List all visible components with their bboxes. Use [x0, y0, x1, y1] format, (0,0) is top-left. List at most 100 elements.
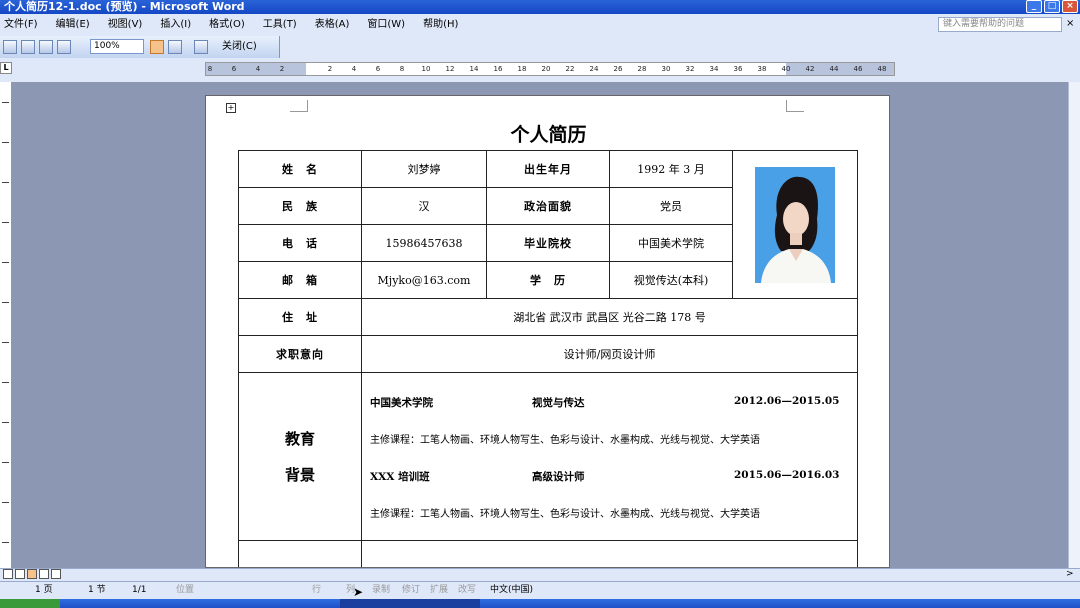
- edu2-org: XXX 培训班: [370, 471, 430, 483]
- normal-view-icon[interactable]: [3, 569, 13, 579]
- menu-view[interactable]: 视图(V): [108, 18, 143, 32]
- maximize-button[interactable]: □: [1044, 0, 1060, 13]
- school-value[interactable]: 中国美术学院: [609, 224, 733, 262]
- print-icon[interactable]: [3, 40, 17, 54]
- ruler-tick: 20: [541, 65, 551, 73]
- web-view-icon[interactable]: [15, 569, 25, 579]
- school-label: 毕业院校: [486, 224, 610, 262]
- ruler-tick: 40: [781, 65, 791, 73]
- zoom-select[interactable]: 100%: [90, 39, 144, 54]
- mouse-cursor-icon: ➤: [353, 585, 364, 599]
- multiple-pages-icon[interactable]: [57, 40, 71, 54]
- menu-file[interactable]: 文件(F): [4, 18, 38, 32]
- next-row-label: [238, 540, 362, 567]
- ruler-tick: 32: [685, 65, 695, 73]
- ruler-tick: 46: [853, 65, 863, 73]
- menu-edit[interactable]: 编辑(E): [56, 18, 90, 32]
- ruler-tick: 6: [231, 65, 237, 73]
- status-bar: [0, 581, 1080, 599]
- view-ruler-icon[interactable]: [150, 40, 164, 54]
- ruler-tick: 34: [709, 65, 719, 73]
- status-ext[interactable]: 扩展: [430, 584, 448, 596]
- address-value[interactable]: 湖北省 武汉市 武昌区 光谷二路 178 号: [361, 298, 858, 336]
- education-content[interactable]: 中国美术学院 视觉与传达 2012.06—2015.05 主修课程：工笔人物画、…: [361, 372, 858, 541]
- phone-value[interactable]: 15986457638: [361, 224, 487, 262]
- education-heading-cell: 教育 背景: [238, 372, 362, 541]
- email-label: 邮 箱: [238, 261, 362, 299]
- name-value[interactable]: 刘梦婷: [361, 150, 487, 188]
- full-screen-icon[interactable]: [194, 40, 208, 54]
- close-document-icon[interactable]: ×: [1066, 18, 1074, 29]
- print-view-icon[interactable]: [27, 569, 37, 579]
- status-line: 行: [312, 585, 322, 595]
- start-button[interactable]: [0, 599, 60, 608]
- address-label: 住 址: [238, 298, 362, 336]
- ruler-tick: 14: [469, 65, 479, 73]
- degree-label: 学 历: [486, 261, 610, 299]
- menu-window[interactable]: 窗口(W): [367, 18, 405, 32]
- birth-value[interactable]: 1992 年 3 月: [609, 150, 733, 188]
- status-pages: 1/1: [132, 585, 147, 595]
- name-label: 姓 名: [238, 150, 362, 188]
- ruler-tick: 4: [255, 65, 261, 73]
- menu-help[interactable]: 帮助(H): [423, 18, 458, 32]
- reading-view-icon[interactable]: [51, 569, 61, 579]
- window-title: 个人简历12-1.doc (预览) - Microsoft Word: [4, 0, 245, 13]
- close-window-button[interactable]: ×: [1062, 0, 1078, 13]
- menu-insert[interactable]: 插入(I): [160, 18, 191, 32]
- job-intention-label: 求职意向: [238, 335, 362, 373]
- education-heading-line2: 背景: [284, 465, 315, 484]
- scroll-right-icon[interactable]: >: [1066, 569, 1074, 579]
- ruler-tick: 38: [757, 65, 767, 73]
- menu-format[interactable]: 格式(O): [209, 18, 245, 32]
- magnifier-icon[interactable]: [21, 40, 35, 54]
- menu-bar: 文件(F) 编辑(E) 视图(V) 插入(I) 格式(O) 工具(T) 表格(A…: [0, 14, 1080, 36]
- title-bar: 个人简历12-1.doc (预览) - Microsoft Word _ □ ×: [0, 0, 1080, 14]
- photo-cell: [732, 150, 858, 299]
- job-intention-value[interactable]: 设计师/网页设计师: [361, 335, 858, 373]
- document-page: + 个人简历 姓 名 刘梦婷 出生年月 1992 年 3 月 民 族 汉 政治面…: [205, 95, 890, 568]
- horizontal-scroll-area[interactable]: [0, 568, 1080, 581]
- shrink-to-fit-icon[interactable]: [168, 40, 182, 54]
- ruler-tick: 2: [327, 65, 333, 73]
- close-preview-button[interactable]: 关闭(C): [222, 39, 257, 54]
- ruler-tick: 28: [637, 65, 647, 73]
- tab-selector[interactable]: L: [0, 62, 12, 74]
- email-value[interactable]: Mjyko@163.com: [361, 261, 487, 299]
- windows-taskbar: [0, 599, 1080, 608]
- ruler-tick: 18: [517, 65, 527, 73]
- political-value[interactable]: 党员: [609, 187, 733, 225]
- next-row-content[interactable]: [361, 540, 858, 567]
- help-search-input[interactable]: 键入需要帮助的问题: [938, 17, 1062, 32]
- edu1-role: 视觉与传达: [532, 397, 585, 409]
- ruler-tick: 8: [207, 65, 213, 73]
- ruler-tick: 2: [279, 65, 285, 73]
- vertical-ruler[interactable]: [0, 82, 12, 568]
- menu-tools[interactable]: 工具(T): [263, 18, 297, 32]
- degree-value[interactable]: 视觉传达(本科): [609, 261, 733, 299]
- status-rec[interactable]: 录制: [372, 584, 390, 596]
- status-page: 1 页: [35, 585, 53, 595]
- one-page-icon[interactable]: [39, 40, 53, 54]
- ruler-tick: 22: [565, 65, 575, 73]
- margin-corner-mark: [786, 100, 804, 112]
- taskbar-word-item[interactable]: [340, 599, 480, 608]
- table-move-handle-icon[interactable]: +: [226, 103, 236, 113]
- ethnic-value[interactable]: 汉: [361, 187, 487, 225]
- ruler-tick: 36: [733, 65, 743, 73]
- status-ovr[interactable]: 改写: [458, 584, 476, 596]
- ruler-tick: 10: [421, 65, 431, 73]
- vertical-scrollbar[interactable]: [1068, 82, 1080, 568]
- status-section: 1 节: [88, 585, 106, 595]
- ruler-tick: 44: [829, 65, 839, 73]
- outline-view-icon[interactable]: [39, 569, 49, 579]
- ruler-tick: 16: [493, 65, 503, 73]
- birth-label: 出生年月: [486, 150, 610, 188]
- education-heading-line1: 教育: [284, 429, 315, 448]
- minimize-button[interactable]: _: [1026, 0, 1042, 13]
- edu1-org: 中国美术学院: [370, 397, 433, 409]
- menu-table[interactable]: 表格(A): [315, 18, 350, 32]
- status-trk[interactable]: 修订: [402, 584, 420, 596]
- status-position: 位置: [176, 585, 195, 595]
- horizontal-ruler[interactable]: 8 6 4 2 2 4 6 8 10 12 14 16 18 20 22 24 …: [205, 62, 895, 76]
